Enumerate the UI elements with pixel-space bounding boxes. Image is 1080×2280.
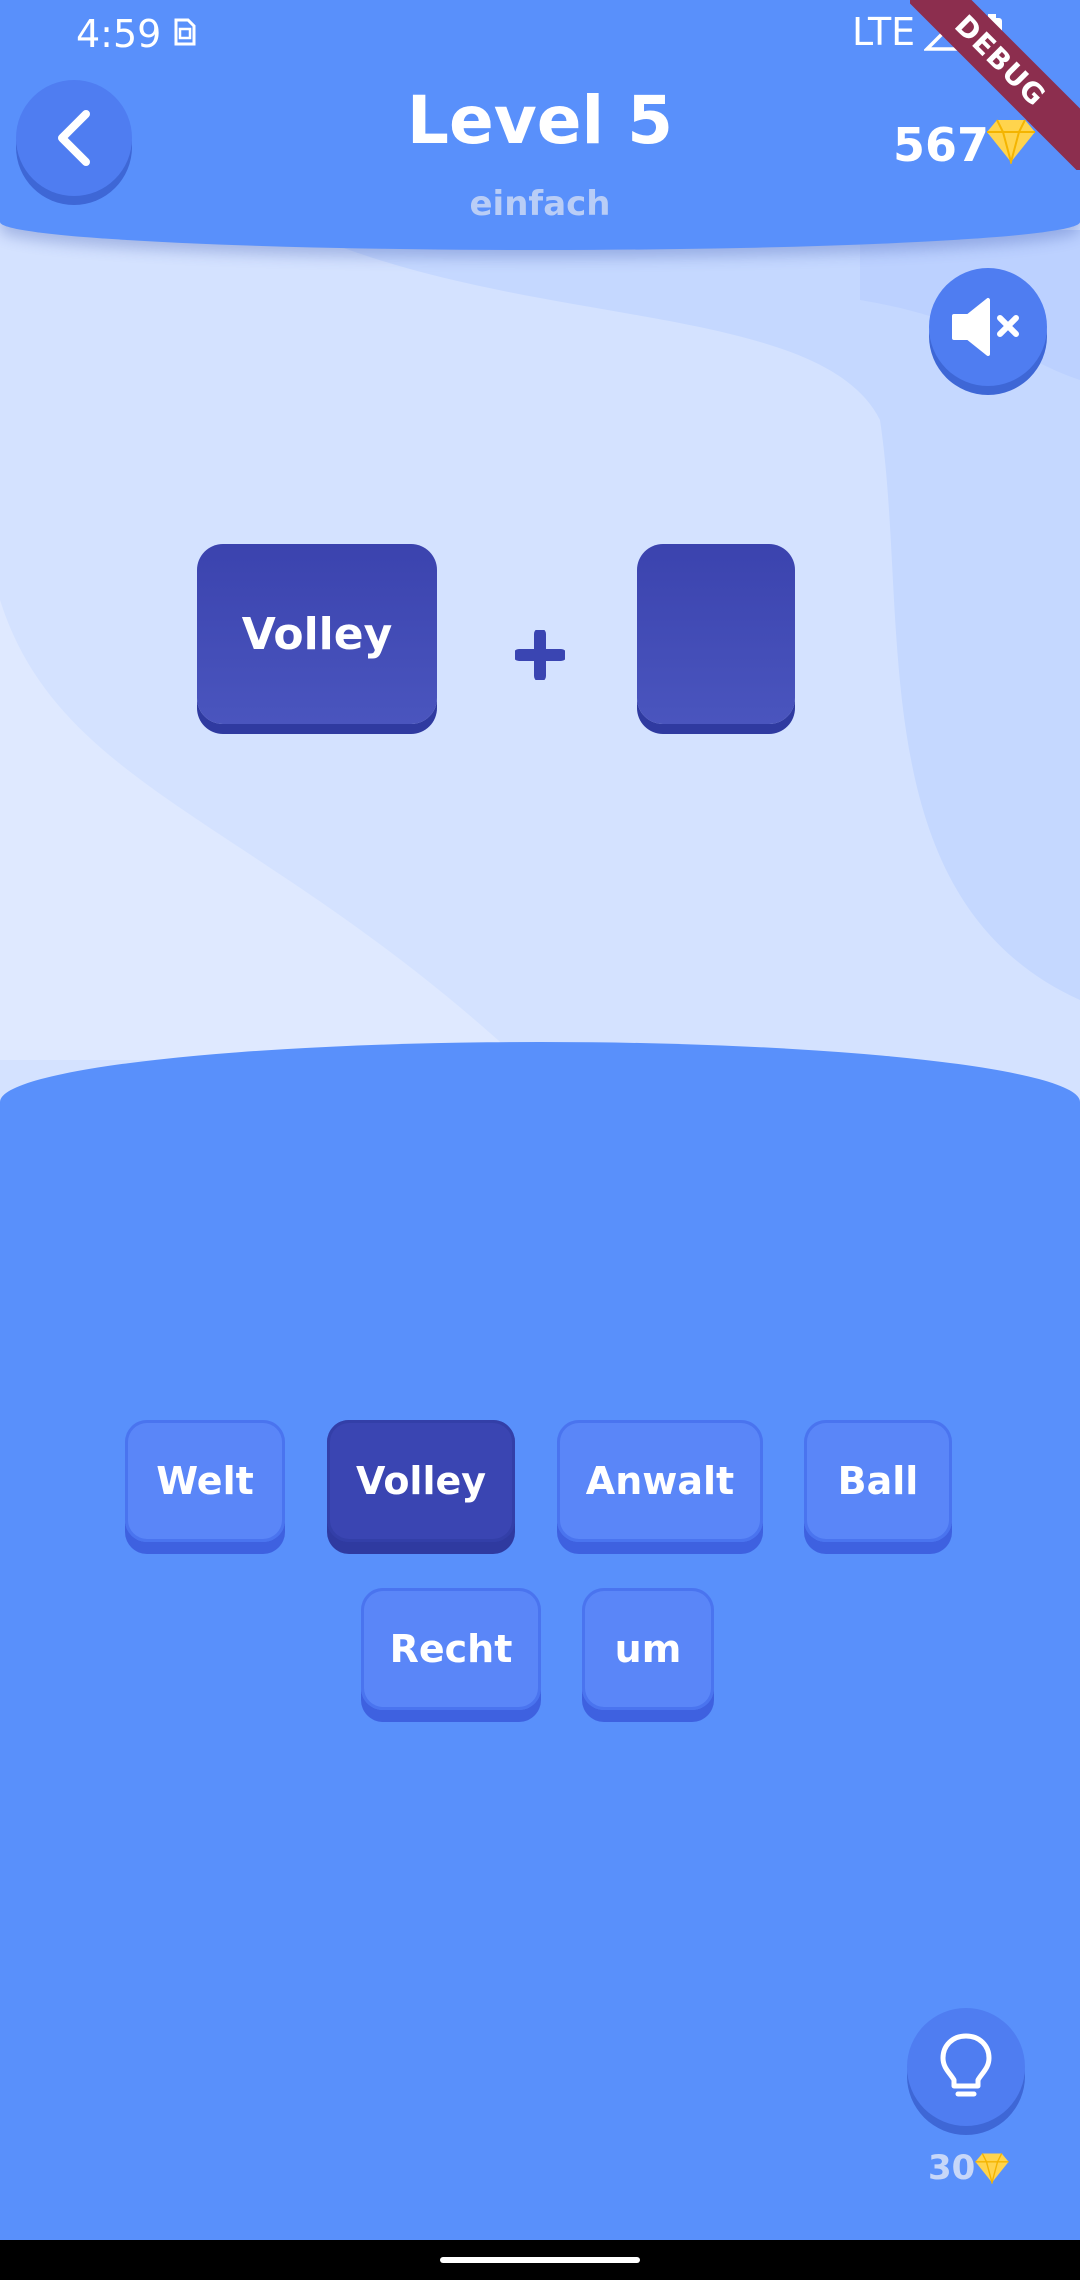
answer-slot-1[interactable]: Volley: [197, 544, 437, 724]
speaker-muted-icon: [952, 298, 1019, 356]
debug-banner: DEBUG: [910, 0, 1080, 170]
status-time: 4:59: [76, 12, 162, 56]
network-type: LTE: [852, 10, 916, 54]
mute-button[interactable]: [929, 268, 1047, 386]
word-tile-um[interactable]: um: [582, 1588, 714, 1710]
sim-icon: [170, 14, 200, 54]
word-tile-ball[interactable]: Ball: [804, 1420, 952, 1542]
plus-icon: [515, 630, 565, 680]
word-tile-anwalt[interactable]: Anwalt: [557, 1420, 763, 1542]
answer-slot-2[interactable]: [637, 544, 795, 724]
word-tile-recht[interactable]: Recht: [361, 1588, 541, 1710]
home-handle[interactable]: [440, 2257, 640, 2263]
level-difficulty: einfach: [469, 184, 611, 224]
debug-banner-label: DEBUG: [910, 0, 1080, 170]
hint-cost: 30: [928, 2148, 976, 2188]
hint-button[interactable]: [907, 2008, 1025, 2126]
diamond-icon: [975, 2153, 1009, 2184]
lightbulb-icon: [940, 2033, 992, 2097]
word-tile-volley[interactable]: Volley: [327, 1420, 515, 1542]
word-tile-welt[interactable]: Welt: [125, 1420, 285, 1542]
